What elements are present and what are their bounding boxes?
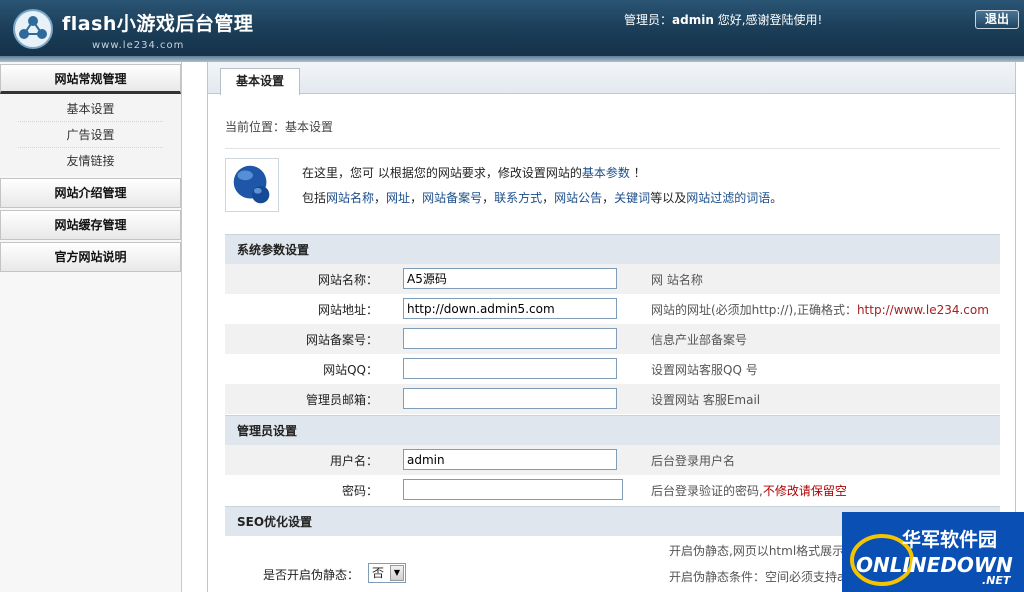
intro-text: 。 (770, 191, 783, 205)
sidebar-group-official-info[interactable]: 官方网站说明 (0, 242, 181, 272)
form-row-username: 用户名： 后台登录用户名 (225, 445, 1000, 475)
form-row-email: 管理员邮箱： 设置网站 客服Email (225, 384, 1000, 414)
admin-prefix: 管理员： (624, 13, 673, 27)
username-input[interactable] (403, 449, 617, 470)
globe-icon (225, 158, 279, 212)
admin-greeting: 管理员：admin 您好,感谢登陆使用! (624, 11, 822, 28)
app-url: www.le234.com (92, 40, 185, 51)
site-url-hint-text: 网站的网址(必须加http://),正确格式： (651, 303, 857, 317)
intro-link-site-name[interactable]: 网站名称 (326, 191, 374, 205)
static-hint-1: 开启伪静态,网页以html格式展示, (669, 544, 848, 558)
intro-line-1: 在这里，您可 以根据您的网站要求，修改设置网站的基本参数 ！ (302, 164, 646, 181)
static-select-value: 否 (372, 566, 385, 580)
site-name-input[interactable] (403, 268, 617, 289)
admin-name: admin (672, 13, 714, 27)
form-row-icp: 网站备案号： 信息产业部备案号 (225, 324, 1000, 354)
tab-bar: 基本设置 (208, 62, 1015, 95)
logout-button[interactable]: 退出 (975, 10, 1019, 29)
icp-label: 网站备案号： (305, 333, 378, 347)
email-hint: 设置网站 客服Email (651, 393, 761, 407)
email-label: 管理员邮箱： (305, 393, 378, 407)
site-name-hint: 网 站名称 (651, 273, 703, 287)
app-title: flash小游戏后台管理 (62, 13, 254, 35)
password-hint-warning: 不修改请保留空 (762, 484, 847, 498)
site-url-input[interactable] (403, 298, 617, 319)
section-system-params: 系统参数设置 (225, 234, 1000, 264)
intro-text: 等以及 (650, 191, 687, 205)
password-hint-text: 后台登录验证的密码, (651, 484, 763, 498)
static-select[interactable]: 否 ▼ (368, 563, 406, 583)
sidebar-group-cache[interactable]: 网站缓存管理 (0, 210, 181, 240)
sidebar-submenu: 基本设置 广告设置 友情链接 (0, 94, 181, 176)
username-label: 用户名： (329, 454, 378, 468)
intro-link-keywords[interactable]: 关键词 (614, 191, 650, 205)
form-row-password: 密码： 后台登录验证的密码,不修改请保留空 (225, 475, 1000, 505)
username-hint: 后台登录用户名 (651, 454, 736, 468)
intro-link-icp[interactable]: 网站备案号 (422, 191, 482, 205)
intro-text: ！ (629, 166, 646, 180)
icp-hint: 信息产业部备案号 (651, 333, 748, 347)
form-row-site-name: 网站名称： 网 站名称 (225, 264, 1000, 294)
logo-icon (13, 9, 53, 49)
svg-text:.NET: .NET (982, 574, 1012, 587)
sidebar: 网站常规管理 基本设置 广告设置 友情链接 网站介绍管理 网站缓存管理 官方网站… (0, 62, 182, 592)
qq-hint: 设置网站客服QQ 号 (651, 363, 758, 377)
sidebar-item-basic-settings[interactable]: 基本设置 (18, 96, 163, 122)
sidebar-group-site-intro[interactable]: 网站介绍管理 (0, 178, 181, 208)
email-input[interactable] (403, 388, 617, 409)
svg-text:华军软件园: 华军软件园 (902, 528, 997, 551)
password-hint: 后台登录验证的密码,不修改请保留空 (651, 482, 847, 499)
site-url-label: 网站地址： (317, 303, 378, 317)
intro-text: 在这里，您可 以根据您的网站要求，修改设置网站的 (302, 166, 582, 180)
password-label: 密码： (341, 484, 378, 498)
section-admin: 管理员设置 (225, 415, 1000, 445)
site-name-label: 网站名称： (317, 273, 378, 287)
admin-suffix: 您好,感谢登陆使用! (713, 13, 823, 27)
intro-link-contact[interactable]: 联系方式 (494, 191, 542, 205)
intro-link-filter-words[interactable]: 网站过滤的词语 (686, 191, 770, 205)
site-url-example: http://www.le234.com (856, 303, 989, 317)
static-hint-2: 开启伪静态条件：空间必须支持a (669, 570, 845, 584)
form-row-qq: 网站QQ： 设置网站客服QQ 号 (225, 354, 1000, 384)
watermark-logo: 华军软件园 ONLINEDOWN .NET (842, 512, 1024, 592)
sidebar-group-site-management[interactable]: 网站常规管理 (0, 64, 181, 94)
tab-basic-settings[interactable]: 基本设置 (220, 68, 300, 95)
intro-line-2: 包括网站名称，网址，网站备案号，联系方式，网站公告，关键词等以及网站过滤的词语。 (302, 191, 783, 205)
dropdown-arrow-icon[interactable]: ▼ (390, 565, 404, 581)
divider (225, 148, 1000, 149)
form-row-site-url: 网站地址： 网站的网址(必须加http://),正确格式：http://www.… (225, 294, 1000, 324)
sidebar-item-friend-links[interactable]: 友情链接 (18, 148, 163, 174)
qq-label: 网站QQ： (323, 363, 378, 377)
intro-link-url[interactable]: 网址 (386, 191, 410, 205)
intro-link-basic-params[interactable]: 基本参数 (582, 166, 630, 180)
breadcrumb: 当前位置：基本设置 (225, 120, 334, 134)
icp-input[interactable] (403, 328, 617, 349)
app-header: flash小游戏后台管理 www.le234.com 管理员：admin 您好,… (0, 0, 1024, 60)
sidebar-item-ad-settings[interactable]: 广告设置 (18, 122, 163, 148)
intro-link-notice[interactable]: 网站公告 (554, 191, 602, 205)
intro-text: 包括 (302, 191, 327, 205)
static-label: 是否开启伪静态： (262, 568, 359, 582)
qq-input[interactable] (403, 358, 617, 379)
password-input[interactable] (403, 479, 623, 500)
site-url-hint: 网站的网址(必须加http://),正确格式：http://www.le234.… (651, 301, 989, 318)
